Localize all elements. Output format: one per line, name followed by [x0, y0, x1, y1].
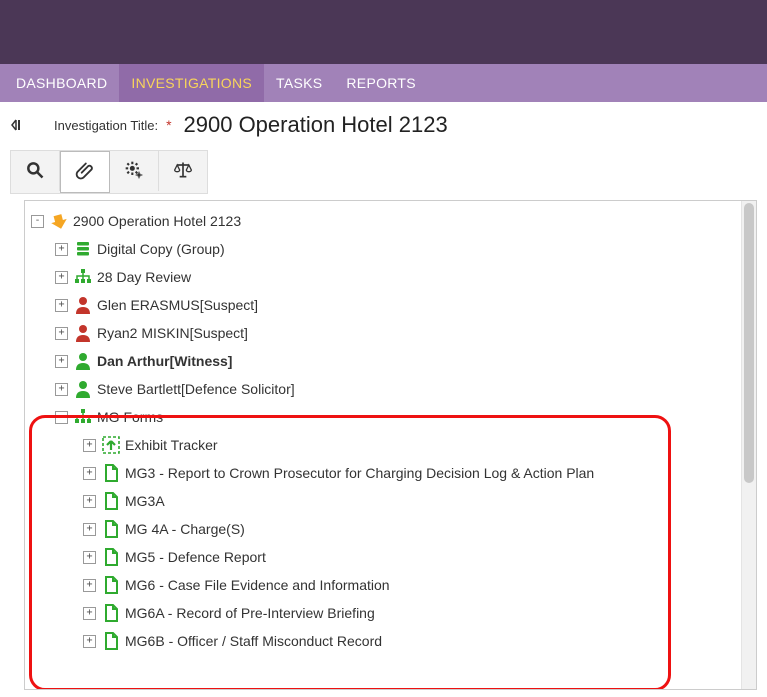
investigation-title: 2900 Operation Hotel 2123	[180, 112, 448, 138]
person-icon	[72, 379, 94, 399]
tree-node-label: Steve Bartlett[Defence Solicitor]	[97, 381, 295, 397]
document-icon	[100, 575, 122, 595]
tree-expander[interactable]: -	[55, 411, 68, 424]
tree-node[interactable]: - MG Forms	[31, 403, 756, 431]
tree-node[interactable]: + 28 Day Review	[31, 263, 756, 291]
upload-icon	[100, 435, 122, 455]
tree-node-label: 28 Day Review	[97, 269, 191, 285]
tree-expander[interactable]: +	[55, 355, 68, 368]
document-icon	[100, 519, 122, 539]
attachments-button[interactable]	[60, 151, 110, 193]
tree-node[interactable]: + MG3A	[31, 487, 756, 515]
tree-node[interactable]: + Dan Arthur[Witness]	[31, 347, 756, 375]
tree-expander[interactable]: +	[83, 523, 96, 536]
panel-collapse-icon[interactable]	[10, 118, 24, 132]
paperclip-icon	[75, 161, 95, 184]
tree-node-label: Glen ERASMUS[Suspect]	[97, 297, 258, 313]
nav-dashboard[interactable]: DASHBOARD	[4, 64, 119, 102]
tree-panel: - 2900 Operation Hotel 2123 + Digital Co…	[24, 200, 757, 690]
tree-scrollbar[interactable]	[741, 201, 756, 689]
app-header	[0, 0, 767, 64]
tree-node[interactable]: + Digital Copy (Group)	[31, 235, 756, 263]
tree-expander[interactable]: +	[55, 383, 68, 396]
tree-node[interactable]: + MG6A - Record of Pre-Interview Briefin…	[31, 599, 756, 627]
tree-node-label: MG6A - Record of Pre-Interview Briefing	[125, 605, 375, 621]
tree-expander[interactable]: +	[83, 495, 96, 508]
tree-node[interactable]: + Glen ERASMUS[Suspect]	[31, 291, 756, 319]
document-icon	[100, 463, 122, 483]
tree-node[interactable]: - 2900 Operation Hotel 2123	[31, 207, 756, 235]
page-toolbar	[10, 150, 208, 194]
tree-node-label: MG3A	[125, 493, 165, 509]
tree-expander[interactable]: +	[83, 439, 96, 452]
tree-node-label: 2900 Operation Hotel 2123	[73, 213, 241, 229]
tree-node[interactable]: + Ryan2 MISKIN[Suspect]	[31, 319, 756, 347]
required-mark: *	[166, 117, 171, 133]
tree-expander[interactable]: +	[55, 271, 68, 284]
tree-scrollbar-thumb[interactable]	[744, 203, 754, 483]
nav-investigations[interactable]: INVESTIGATIONS	[119, 64, 264, 102]
settings-button[interactable]	[110, 151, 159, 191]
tree-node[interactable]: + MG 4A - Charge(S)	[31, 515, 756, 543]
tree-node[interactable]: + MG3 - Report to Crown Prosecutor for C…	[31, 459, 756, 487]
tree-node[interactable]: + Exhibit Tracker	[31, 431, 756, 459]
tree-expander[interactable]: +	[83, 635, 96, 648]
nav-reports[interactable]: REPORTS	[334, 64, 428, 102]
tree-expander[interactable]: -	[31, 215, 44, 228]
main-nav: DASHBOARD INVESTIGATIONS TASKS REPORTS	[0, 64, 767, 102]
person-icon	[72, 323, 94, 343]
tree-node-label: MG 4A - Charge(S)	[125, 521, 245, 537]
tree-node-label: Dan Arthur[Witness]	[97, 353, 232, 369]
tree-node-label: MG Forms	[97, 409, 163, 425]
tree-expander[interactable]: +	[83, 551, 96, 564]
tree-node[interactable]: + MG6B - Officer / Staff Misconduct Reco…	[31, 627, 756, 655]
tree-node-label: Ryan2 MISKIN[Suspect]	[97, 325, 248, 341]
gear-icon	[124, 160, 144, 183]
document-icon	[100, 547, 122, 567]
document-icon	[100, 631, 122, 651]
tree-node-label: MG3 - Report to Crown Prosecutor for Cha…	[125, 465, 594, 481]
tree-node-label: MG6 - Case File Evidence and Information	[125, 577, 390, 593]
tree-node-label: MG6B - Officer / Staff Misconduct Record	[125, 633, 382, 649]
tree-node-label: Digital Copy (Group)	[97, 241, 225, 257]
title-row: Investigation Title: * 2900 Operation Ho…	[0, 102, 767, 146]
tree-expander[interactable]: +	[83, 467, 96, 480]
search-button[interactable]	[11, 151, 60, 191]
person-icon	[72, 351, 94, 371]
hierarchy-icon	[72, 407, 94, 427]
tree-node-label: Exhibit Tracker	[125, 437, 218, 453]
root-arrow-icon	[48, 211, 70, 231]
tree-node[interactable]: + MG6 - Case File Evidence and Informati…	[31, 571, 756, 599]
person-icon	[72, 295, 94, 315]
stack-icon	[72, 239, 94, 259]
search-icon	[25, 160, 45, 183]
tree-expander[interactable]: +	[55, 243, 68, 256]
tree-expander[interactable]: +	[55, 299, 68, 312]
legal-button[interactable]	[159, 151, 207, 191]
tree-expander[interactable]: +	[83, 607, 96, 620]
scales-icon	[173, 160, 193, 183]
title-label: Investigation Title:	[54, 118, 158, 133]
document-icon	[100, 603, 122, 623]
tree-node-label: MG5 - Defence Report	[125, 549, 266, 565]
hierarchy-icon	[72, 267, 94, 287]
tree-node[interactable]: + MG5 - Defence Report	[31, 543, 756, 571]
tree-node[interactable]: + Steve Bartlett[Defence Solicitor]	[31, 375, 756, 403]
tree-expander[interactable]: +	[83, 579, 96, 592]
investigation-tree: - 2900 Operation Hotel 2123 + Digital Co…	[25, 201, 756, 661]
tree-expander[interactable]: +	[55, 327, 68, 340]
nav-tasks[interactable]: TASKS	[264, 64, 334, 102]
document-icon	[100, 491, 122, 511]
